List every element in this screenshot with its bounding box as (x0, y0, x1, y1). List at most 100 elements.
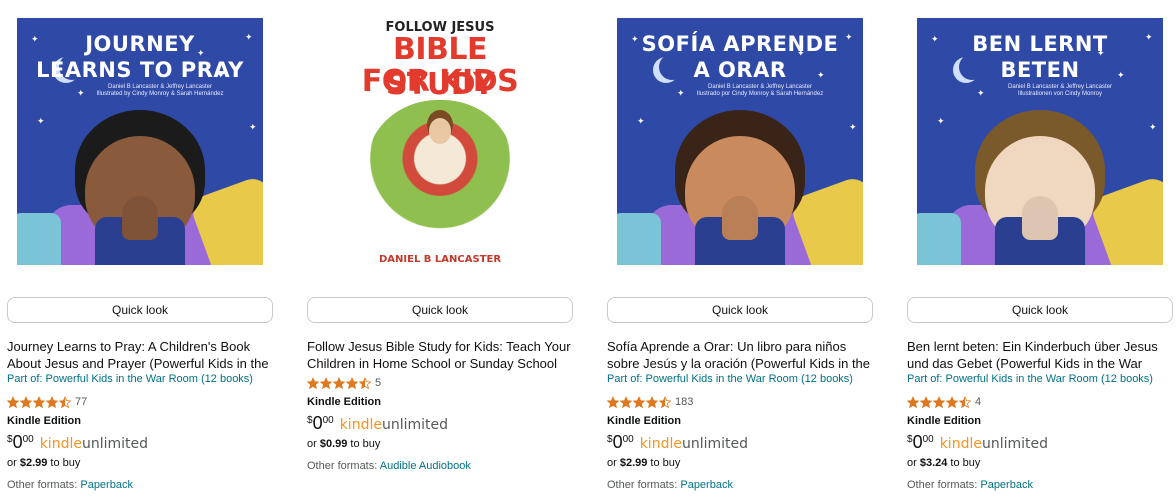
sparkle-icon: ✦ (849, 122, 857, 132)
rating-row: 183 (607, 393, 693, 408)
product-title-link[interactable]: Follow Jesus Bible Study for Kids: Teach… (307, 338, 573, 372)
book-cover-image[interactable]: ✦ ✦ ✦ ✦ ✦ ✦ ✦ JOURNEY LEARNS TO PRAY Daniel B Lan… (17, 18, 263, 265)
other-formats: Other formats: Audible Audiobook (307, 460, 471, 472)
price-fraction: 00 (622, 434, 634, 445)
buy-price-line: or $3.24 to buy (907, 457, 980, 469)
star-icon (7, 395, 20, 408)
star-icon (658, 395, 671, 408)
star-icon (58, 395, 71, 408)
cover-author-line: Illustrationen von Cindy Monroy (1017, 91, 1103, 97)
kindle-unlimited-logo: kindle (339, 417, 382, 433)
cover-author-line: Daniel B Lancaster & Jeffrey Lancaster (108, 84, 212, 90)
star-icon (907, 395, 920, 408)
quick-look-button[interactable]: Quick look (607, 297, 873, 323)
product-title-link[interactable]: Ben lernt beten: Ein Kinderbuch über Jes… (907, 338, 1173, 372)
star-icon (19, 395, 33, 408)
rating-count-link[interactable]: 183 (675, 396, 693, 408)
quick-look-button[interactable]: Quick look (7, 297, 273, 323)
price-whole: 0 (912, 432, 923, 452)
edition-label[interactable]: Kindle Edition (7, 415, 81, 427)
rating-row: 77 (7, 393, 87, 408)
other-formats-label: Other formats: (907, 479, 981, 491)
rating-count-link[interactable]: 4 (975, 396, 981, 408)
price-fraction: 00 (322, 415, 334, 426)
cover-author-line: Illustrated by Cindy Monroy & Sarah Hern… (96, 91, 224, 97)
other-format-link[interactable]: Paperback (80, 479, 133, 491)
praying-hands-illustration (722, 196, 758, 240)
quick-look-button[interactable]: Quick look (907, 297, 1173, 323)
edition-label[interactable]: Kindle Edition (607, 415, 681, 427)
star-icon (619, 395, 633, 408)
price-whole: 0 (12, 432, 23, 452)
product-title-link[interactable]: Sofía Aprende a Orar: Un libro para niño… (607, 338, 873, 372)
price-whole: 0 (612, 432, 623, 452)
star-rating-icon[interactable] (907, 395, 971, 408)
series-link[interactable]: Part of: Powerful Kids in the War Room (… (907, 373, 1153, 385)
buy-prefix: or (607, 457, 620, 469)
edition-label[interactable]: Kindle Edition (907, 415, 981, 427)
price-row[interactable]: $000 kindleunlimited (7, 432, 148, 454)
price-whole: 0 (312, 413, 323, 433)
buy-prefix: or (7, 457, 20, 469)
book-cover-image[interactable]: ✦ ✦ ✦ ✦ ✦ ✦ ✦ BEN LERNT BETEN Daniel B Lancaster … (917, 18, 1163, 265)
price-row[interactable]: $000 kindleunlimited (607, 432, 748, 454)
price-fraction: 00 (22, 434, 34, 445)
cover-author-line: Ilustrado por Cindy Monroy & Sarah Herná… (696, 91, 824, 97)
product-title-link[interactable]: Journey Learns to Pray: A Children's Boo… (7, 338, 273, 372)
other-format-link[interactable]: Audible Audiobook (380, 460, 471, 472)
kindle-unlimited-logo: kindle (39, 436, 82, 452)
product-card: ✦ ✦ ✦ ✦ ✦ ✦ ✦ JOURNEY LEARNS TO PRAY Daniel B Lan… (7, 0, 273, 504)
series-link[interactable]: Part of: Powerful Kids in the War Room (… (607, 373, 853, 385)
rating-count-link[interactable]: 5 (375, 377, 381, 389)
price-symbol: $ (307, 415, 313, 426)
sparkle-icon: ✦ (37, 116, 45, 126)
cover-title-line: BETEN (1000, 58, 1080, 82)
buy-price: $2.99 (619, 457, 648, 469)
star-rating-icon[interactable] (7, 395, 71, 408)
edition-label[interactable]: Kindle Edition (307, 396, 381, 408)
blanket-illustration (917, 213, 961, 265)
buy-suffix: to buy (947, 457, 981, 469)
kindle-unlimited-logo-suffix: unlimited (381, 417, 449, 433)
star-rating-icon[interactable] (307, 376, 371, 389)
buy-price-line: or $0.99 to buy (307, 438, 380, 450)
book-cover-image[interactable]: FOLLOW JESUS BIBLE STUDY FOR KIDS DANIEL B … (355, 18, 525, 265)
price-symbol: $ (7, 434, 13, 445)
blanket-illustration (617, 213, 661, 265)
price-symbol: $ (907, 434, 913, 445)
rating-count-link[interactable]: 77 (75, 396, 87, 408)
kindle-unlimited-logo: kindle (639, 436, 682, 452)
other-format-link[interactable]: Paperback (680, 479, 733, 491)
buy-suffix: to buy (347, 438, 381, 450)
star-icon (332, 376, 346, 389)
cover-title-line: JOURNEY (85, 32, 195, 56)
blanket-illustration (17, 213, 61, 265)
rating-row: 5 (307, 374, 381, 389)
sparkle-icon: ✦ (1149, 122, 1157, 132)
buy-price: $2.99 (19, 457, 48, 469)
price-row[interactable]: $000 kindleunlimited (907, 432, 1048, 454)
buy-price: $0.99 (319, 438, 348, 450)
other-formats: Other formats: Paperback (907, 479, 1033, 491)
star-icon (932, 395, 946, 408)
other-formats-label: Other formats: (607, 479, 681, 491)
product-card: ✦ ✦ ✦ ✦ ✦ ✦ ✦ SOFÍA APRENDE A ORAR Daniel B Lanca… (607, 0, 873, 504)
quick-look-button[interactable]: Quick look (307, 297, 573, 323)
cover-author-line: Daniel B Lancaster & Jeffrey Lancaster (1008, 84, 1112, 90)
kindle-unlimited-logo-suffix: unlimited (681, 436, 749, 452)
rating-row: 4 (907, 393, 981, 408)
price-row[interactable]: $000 kindleunlimited (307, 413, 448, 435)
book-cover-image[interactable]: ✦ ✦ ✦ ✦ ✦ ✦ ✦ SOFÍA APRENDE A ORAR Daniel B Lanca… (617, 18, 863, 265)
series-link[interactable]: Part of: Powerful Kids in the War Room (… (7, 373, 253, 385)
other-format-link[interactable]: Paperback (980, 479, 1033, 491)
cover-title-line: SOFÍA APRENDE (641, 32, 839, 56)
sparkle-icon: ✦ (249, 122, 257, 132)
price-fraction: 00 (922, 434, 934, 445)
star-rating-icon[interactable] (607, 395, 671, 408)
star-icon (645, 395, 659, 408)
star-icon (319, 376, 333, 389)
star-icon (919, 395, 933, 408)
other-formats: Other formats: Paperback (607, 479, 733, 491)
cover-title-line: BEN LERNT (972, 32, 1108, 56)
buy-suffix: to buy (647, 457, 681, 469)
